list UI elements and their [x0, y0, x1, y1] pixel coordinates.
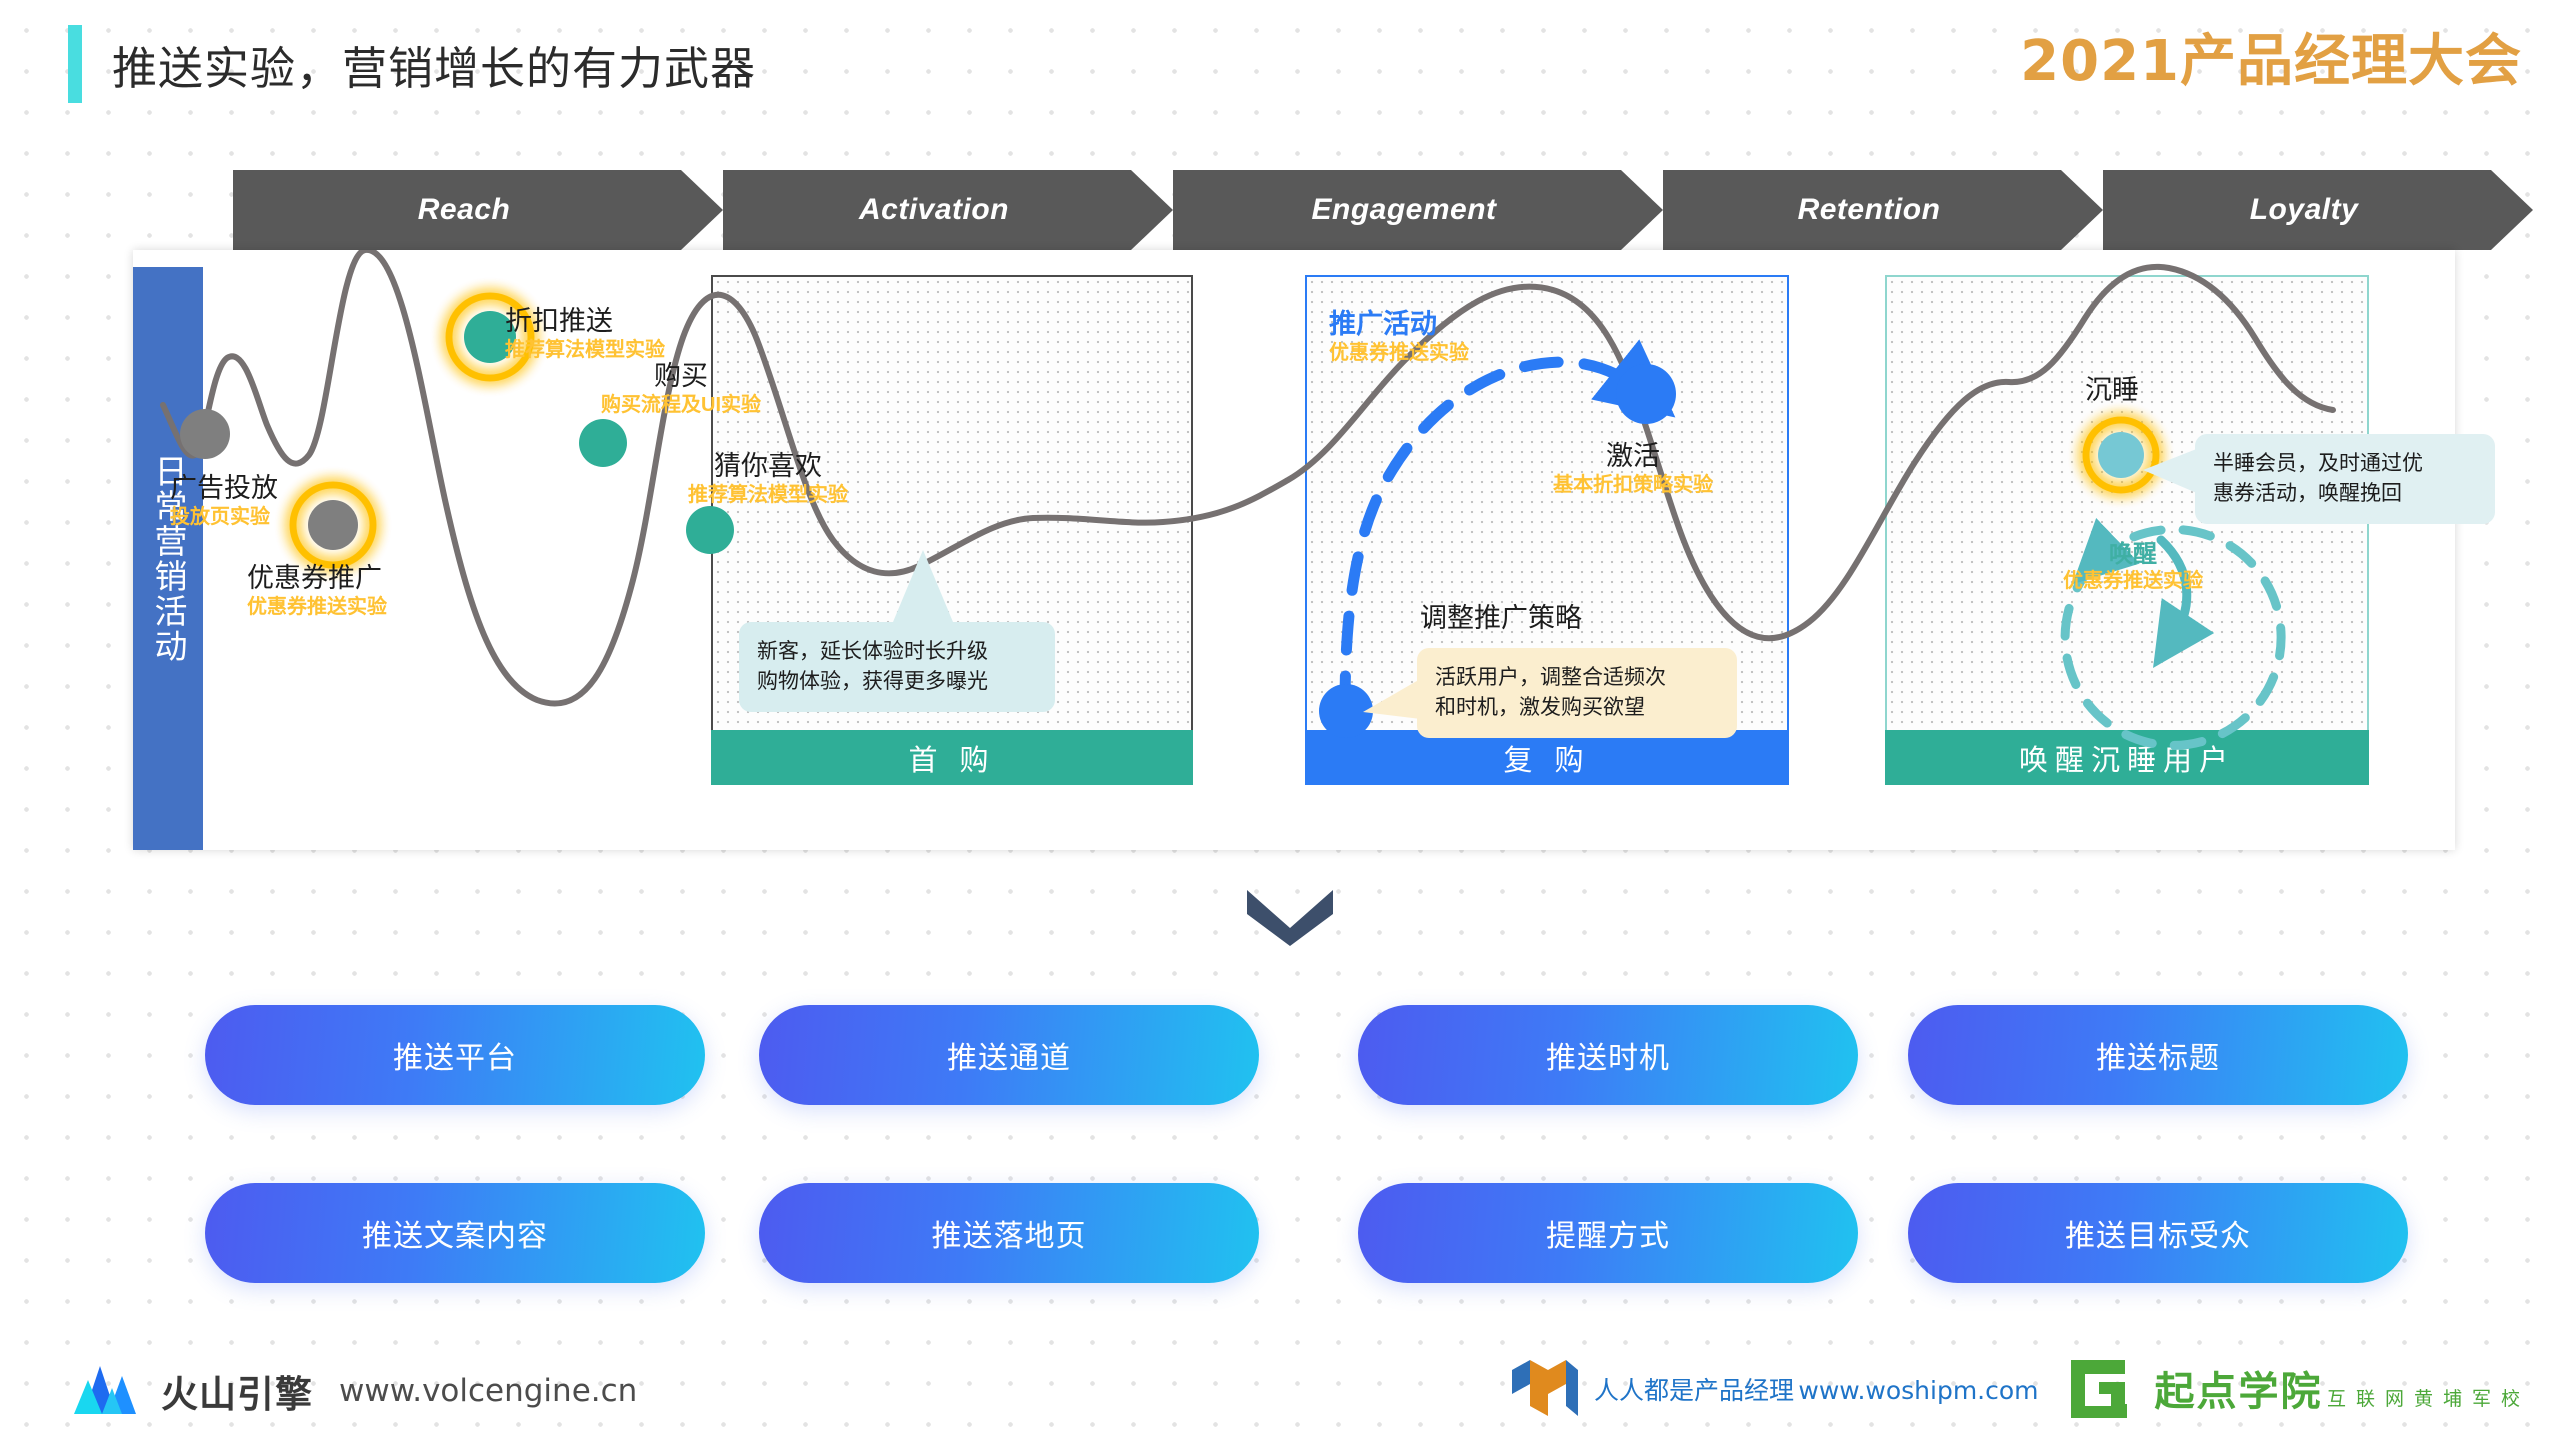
callout-active-user: 活跃用户，调整合适频次 和时机，激发购买欲望: [1417, 648, 1737, 738]
node-experiment: 推荐算法模型实验: [688, 483, 848, 506]
slide-stage: 推送实验，营销增长的有力武器 2021产品经理大会 Reach Activati…: [0, 0, 2560, 1440]
pill-push-timing[interactable]: 推送时机: [1358, 1005, 1858, 1105]
node-title: 沉睡: [2085, 375, 2139, 405]
node-label-awaken: 唤醒 优惠券推送实验: [2053, 540, 2213, 594]
funnel-stage-activation[interactable]: Activation: [723, 170, 1173, 250]
chevron-down-icon: [1245, 888, 1335, 948]
section-reactivation: 唤醒沉睡用户: [1885, 275, 2369, 785]
node-label-activate: 激活 基本折扣策略实验: [1553, 440, 1713, 497]
node-label-ad-delivery: 广告投放 投放页实验: [170, 472, 278, 529]
volcengine-url: www.volcengine.cn: [339, 1372, 638, 1409]
funnel-stage-row: Reach Activation Engagement Retention Lo…: [233, 170, 2468, 250]
funnel-stage-label: Activation: [858, 193, 1010, 226]
section-caption: 首 购: [711, 730, 1193, 785]
qidian-name: 起点学院: [2154, 1369, 2323, 1414]
node-experiment: 购买流程及UI实验: [601, 393, 761, 416]
node-experiment: 优惠券推送实验: [247, 595, 387, 618]
push-factor-pill-grid: 推送平台 推送通道 推送时机 推送标题 推送文案内容 推送落地页 提醒方式 推送…: [0, 1005, 2560, 1325]
pill-push-copy[interactable]: 推送文案内容: [205, 1183, 705, 1283]
qidian-logo-icon: [2065, 1354, 2143, 1429]
node-title: 购买: [654, 361, 708, 391]
funnel-stage-loyalty[interactable]: Loyalty: [2103, 170, 2533, 250]
page-footer: 火山引擎 www.volcengine.cn 人人都是产品经理 www.wosh…: [0, 1352, 2560, 1442]
callout-new-customer: 新客，延长体验时长升级 购物体验，获得更多曝光: [739, 622, 1055, 712]
node-label-discount-push: 折扣推送 推荐算法模型实验: [505, 305, 665, 362]
woshipm-name: 人人都是产品经理: [1593, 1377, 1794, 1406]
volcengine-brand: 火山引擎 www.volcengine.cn: [72, 1358, 637, 1423]
qidian-tagline: 互联网黄埔军校: [2326, 1388, 2530, 1410]
page-title-block: 推送实验，营销增长的有力武器: [68, 25, 756, 103]
volcengine-name: 火山引擎: [161, 1373, 313, 1415]
node-label-guess-you-like: 猜你喜欢 推荐算法模型实验: [688, 450, 848, 507]
funnel-stage-engagement[interactable]: Engagement: [1173, 170, 1663, 250]
node-experiment: 优惠券推送实验: [2063, 570, 2203, 593]
woshipm-logo-icon: [1508, 1356, 1582, 1427]
woshipm-text: 人人都是产品经理 www.woshipm.com: [1594, 1376, 2039, 1406]
woshipm-url: www.woshipm.com: [1798, 1376, 2039, 1406]
funnel-stage-label: Reach: [417, 193, 511, 226]
pill-push-channel[interactable]: 推送通道: [759, 1005, 1259, 1105]
journey-diagram-panel: 日常营销活动 首 购 复 购 唤醒沉睡用户 广告投放 投放页实验 优惠券推广 优…: [133, 250, 2495, 850]
funnel-stage-label: Retention: [1797, 193, 1941, 226]
daily-marketing-sidebar: 日常营销活动: [133, 267, 203, 850]
node-label-dormant: 沉睡: [2085, 374, 2139, 407]
pill-push-audience[interactable]: 推送目标受众: [1908, 1183, 2408, 1283]
node-experiment: 优惠券推送实验: [1329, 341, 1469, 364]
node-experiment: 基本折扣策略实验: [1553, 473, 1713, 496]
node-experiment: 推荐算法模型实验: [505, 338, 665, 361]
funnel-stage-retention[interactable]: Retention: [1663, 170, 2103, 250]
volcengine-mountain-icon: [72, 1358, 144, 1423]
section-caption: 复 购: [1305, 730, 1789, 785]
node-title: 广告投放: [170, 473, 278, 503]
conference-logo: 2021产品经理大会: [2020, 29, 2522, 94]
node-experiment: 投放页实验: [170, 505, 270, 528]
funnel-stage-label: Loyalty: [2249, 193, 2359, 226]
node-title: 优惠券推广: [247, 563, 382, 593]
pill-push-landing[interactable]: 推送落地页: [759, 1183, 1259, 1283]
qidian-text: 起点学院 互联网黄埔军校: [2155, 1370, 2530, 1414]
callout-half-asleep: 半睡会员，及时通过优 惠券活动，唤醒挽回: [2195, 434, 2495, 524]
funnel-stage-reach[interactable]: Reach: [233, 170, 723, 250]
node-label-coupon-promo: 优惠券推广 优惠券推送实验: [247, 562, 387, 619]
node-title: 推广活动: [1329, 309, 1437, 339]
funnel-stage-label: Engagement: [1311, 193, 1497, 226]
pill-push-platform[interactable]: 推送平台: [205, 1005, 705, 1105]
title-accent-bar: [68, 25, 82, 103]
page-title: 推送实验，营销增长的有力武器: [112, 42, 757, 94]
node-title: 猜你喜欢: [714, 451, 822, 481]
partner-brands: 人人都是产品经理 www.woshipm.com 起点学院 互联网黄埔军校: [1508, 1354, 2530, 1429]
node-label-promo-campaign: 推广活动 优惠券推送实验: [1329, 308, 1469, 365]
pill-reminder-type[interactable]: 提醒方式: [1358, 1183, 1858, 1283]
node-label-purchase: 购买 购买流程及UI实验: [601, 360, 761, 417]
pill-push-title[interactable]: 推送标题: [1908, 1005, 2408, 1105]
node-title: 激活: [1606, 441, 1660, 471]
label-adjust-promo-strategy: 调整推广策略: [1420, 603, 1582, 633]
node-title: 唤醒: [2109, 541, 2157, 568]
node-title: 折扣推送: [505, 306, 613, 336]
section-caption: 唤醒沉睡用户: [1885, 730, 2369, 785]
